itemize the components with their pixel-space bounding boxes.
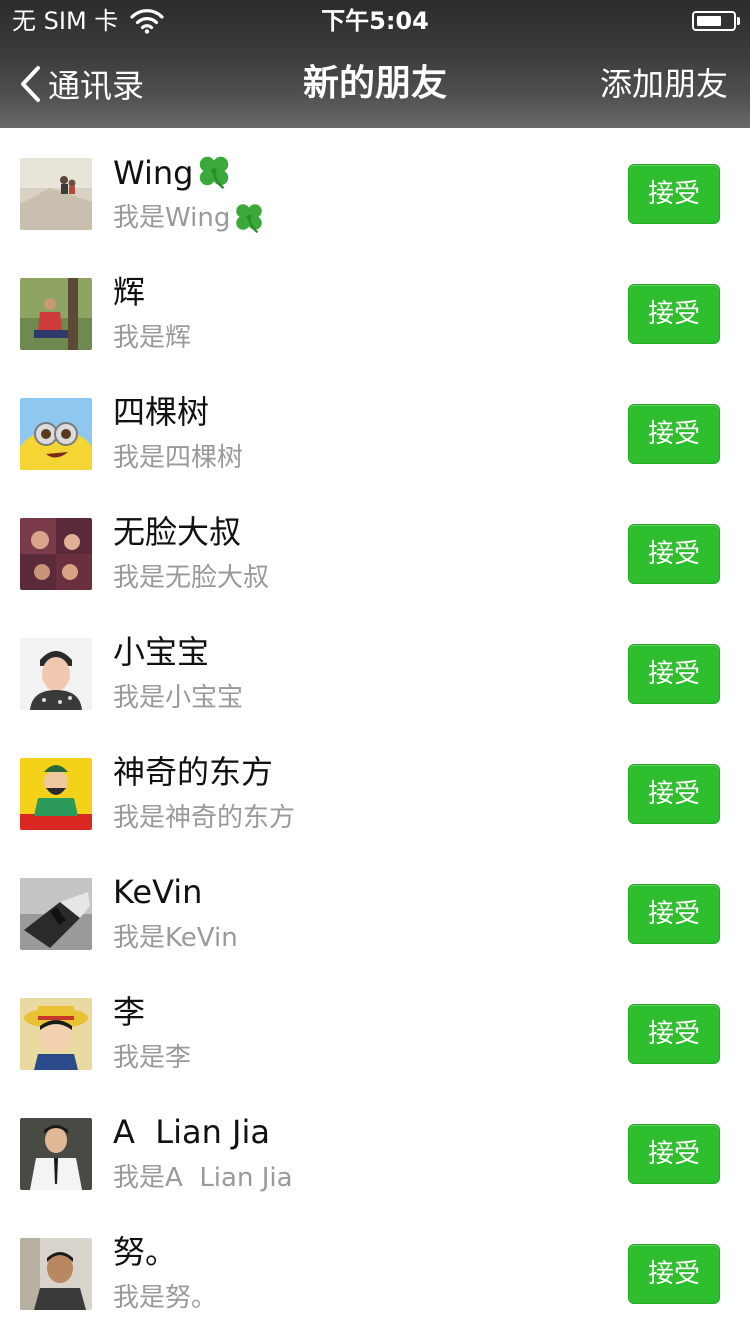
request-name: Wing [113, 152, 233, 193]
avatar[interactable] [20, 278, 92, 350]
avatar[interactable] [20, 398, 92, 470]
accept-button[interactable]: 接受 [628, 404, 720, 464]
request-message: 我是Wing [113, 200, 266, 236]
avatar[interactable] [20, 878, 92, 950]
request-message: 我是KeVin [113, 923, 238, 953]
request-name: 辉 [113, 273, 146, 311]
accept-button[interactable]: 接受 [628, 1004, 720, 1064]
friend-request-row[interactable]: Wing 我是Wing 接受 [0, 128, 750, 248]
request-name: 四棵树 [113, 393, 210, 431]
accept-button[interactable]: 接受 [628, 524, 720, 584]
battery-icon [692, 11, 740, 31]
request-message: 我是四棵树 [113, 443, 244, 473]
request-message: 我是辉 [113, 323, 192, 353]
friend-request-row[interactable]: 努。 我是努。 接受 [0, 1208, 750, 1328]
request-message: 我是神奇的东方 [113, 803, 296, 833]
friend-request-row[interactable]: KeVin 我是KeVin 接受 [0, 848, 750, 968]
add-friend-button[interactable]: 添加朋友 [600, 62, 728, 106]
request-message: 我是A Lian Jia [113, 1163, 293, 1193]
header: 无 SIM 卡 下午5:04 通讯录 新的朋友 添加朋友 [0, 0, 750, 128]
avatar[interactable] [20, 518, 92, 590]
accept-button[interactable]: 接受 [628, 1124, 720, 1184]
status-bar: 无 SIM 卡 下午5:04 [0, 0, 750, 42]
avatar[interactable] [20, 638, 92, 710]
request-name: A Lian Jia [113, 1113, 270, 1151]
request-message: 我是小宝宝 [113, 683, 244, 713]
friend-request-row[interactable]: 李 我是李 接受 [0, 968, 750, 1088]
request-message: 我是努。 [113, 1283, 218, 1313]
avatar[interactable] [20, 158, 92, 230]
clover-icon [200, 156, 229, 190]
accept-button[interactable]: 接受 [628, 884, 720, 944]
friend-request-row[interactable]: 小宝宝 我是小宝宝 接受 [0, 608, 750, 728]
request-name: KeVin [113, 873, 203, 911]
friend-request-row[interactable]: 神奇的东方 我是神奇的东方 接受 [0, 728, 750, 848]
accept-button[interactable]: 接受 [628, 164, 720, 224]
avatar[interactable] [20, 758, 92, 830]
status-time: 下午5:04 [321, 7, 429, 35]
request-message: 我是李 [113, 1043, 192, 1073]
request-name: 小宝宝 [113, 633, 210, 671]
friend-request-row[interactable]: 辉 我是辉 接受 [0, 248, 750, 368]
avatar[interactable] [20, 1238, 92, 1310]
avatar[interactable] [20, 998, 92, 1070]
friend-request-row[interactable]: 四棵树 我是四棵树 接受 [0, 368, 750, 488]
request-name: 努。 [113, 1233, 178, 1271]
nav-bar: 通讯录 新的朋友 添加朋友 [0, 42, 750, 128]
request-name: 无脸大叔 [113, 513, 242, 551]
avatar[interactable] [20, 1118, 92, 1190]
accept-button[interactable]: 接受 [628, 1244, 720, 1304]
request-name: 李 [113, 993, 146, 1031]
accept-button[interactable]: 接受 [628, 284, 720, 344]
friend-request-list: Wing 我是Wing 接受 辉 我是辉 接受 四棵树 我是四棵树 接受 无脸大… [0, 128, 750, 1328]
request-name: 神奇的东方 [113, 753, 274, 791]
accept-button[interactable]: 接受 [628, 764, 720, 824]
friend-request-row[interactable]: 无脸大叔 我是无脸大叔 接受 [0, 488, 750, 608]
clover-icon [236, 204, 263, 234]
request-message: 我是无脸大叔 [113, 563, 270, 593]
friend-request-row[interactable]: A Lian Jia 我是A Lian Jia 接受 [0, 1088, 750, 1208]
accept-button[interactable]: 接受 [628, 644, 720, 704]
